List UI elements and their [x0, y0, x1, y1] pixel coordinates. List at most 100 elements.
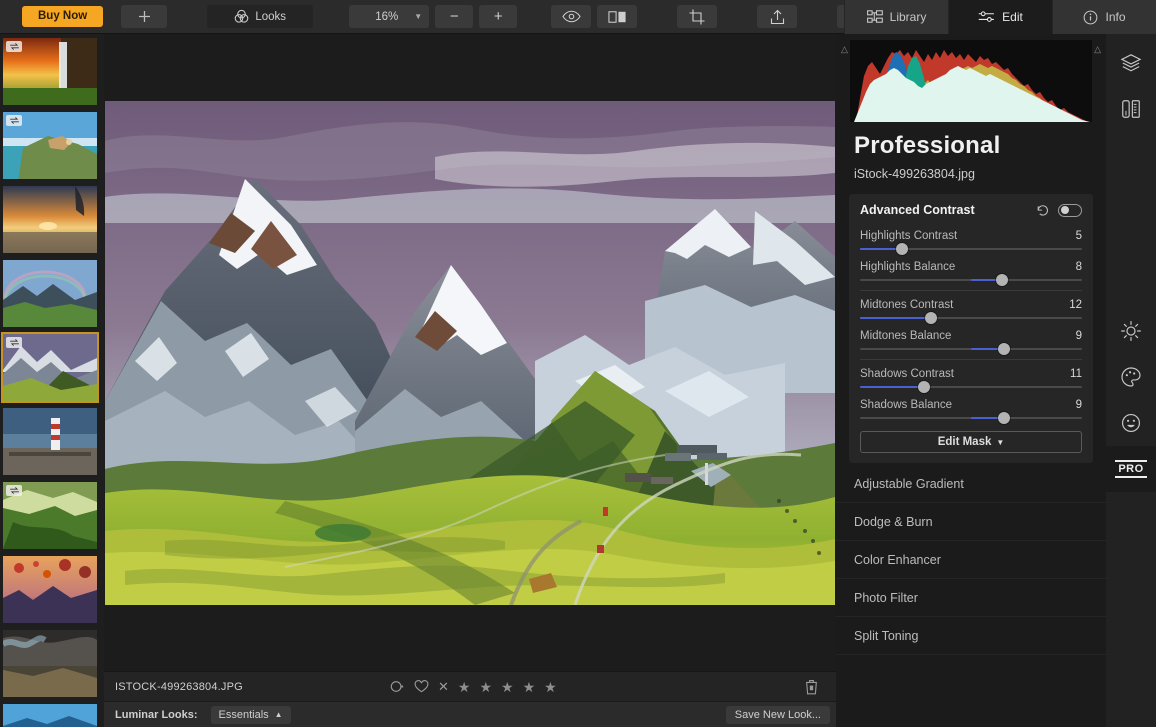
- before-after-button[interactable]: [597, 5, 638, 28]
- edited-photo: [105, 100, 835, 605]
- slider-highlights-contrast: Highlights Contrast 5: [860, 225, 1082, 255]
- layers-button[interactable]: [1106, 40, 1156, 86]
- filter-toggle-icon[interactable]: [1058, 203, 1082, 217]
- looks-button[interactable]: Looks: [207, 5, 314, 28]
- add-images-button[interactable]: [121, 5, 168, 28]
- rating-star-3[interactable]: ★: [501, 680, 514, 694]
- edited-badge-icon: [6, 41, 22, 52]
- portrait-smiley-button[interactable]: [1106, 400, 1156, 446]
- rating-star-1[interactable]: ★: [458, 680, 471, 694]
- thumbnail-item[interactable]: [1, 702, 99, 727]
- portrait-smiley-icon: [1121, 413, 1141, 433]
- lighthouse-pier-thumbnail: [3, 408, 97, 475]
- slider-label: Midtones Balance: [860, 330, 952, 342]
- reset-arrow-icon[interactable]: [1036, 204, 1049, 217]
- thumbnail-item[interactable]: [1, 258, 99, 329]
- slider-track[interactable]: [860, 343, 1082, 355]
- chevron-down-icon: ▼: [996, 437, 1005, 447]
- slider-label: Shadows Balance: [860, 399, 953, 411]
- slider-track[interactable]: [860, 274, 1082, 286]
- pro-filters-button[interactable]: PRO: [1106, 446, 1156, 492]
- delete-image-button[interactable]: [805, 679, 818, 695]
- color-palette-icon: [1121, 367, 1141, 387]
- thumbnail-item-selected[interactable]: [1, 332, 99, 403]
- slider-midtones-balance: Midtones Balance 9: [860, 325, 1082, 355]
- luminar-app-window: Buy Now Looks 16% ▼ − + Library Edit Inf…: [0, 0, 1156, 727]
- reject-x-icon[interactable]: ✕: [438, 679, 449, 695]
- slider-knob[interactable]: [918, 381, 931, 393]
- filter-item-photo-filter[interactable]: Photo Filter: [836, 579, 1106, 617]
- slider-value: 11: [1070, 368, 1082, 380]
- filter-header: Advanced Contrast: [860, 203, 1082, 217]
- brightness-button[interactable]: [1106, 308, 1156, 354]
- color-label-icon[interactable]: [390, 680, 405, 693]
- filter-item-color-enhancer[interactable]: Color Enhancer: [836, 541, 1106, 579]
- tab-library-label: Library: [889, 10, 927, 24]
- filter-title: Advanced Contrast: [860, 203, 975, 217]
- slider-label: Highlights Balance: [860, 261, 956, 273]
- slider-shadows-balance: Shadows Balance 9: [860, 394, 1082, 424]
- thumbnail-item[interactable]: [1, 480, 99, 551]
- thumbnail-item[interactable]: [1, 628, 99, 699]
- clipping-highlight-marker[interactable]: △: [1094, 44, 1101, 55]
- tab-info[interactable]: Info: [1052, 0, 1156, 34]
- rating-star-5[interactable]: ★: [544, 680, 557, 694]
- save-new-look-button[interactable]: Save New Look...: [725, 705, 830, 724]
- panel-file-name: iStock-499263804.jpg: [854, 167, 975, 181]
- slider-track[interactable]: [860, 381, 1082, 393]
- filter-item-dodge-and-burn[interactable]: Dodge & Burn: [836, 503, 1106, 541]
- thumbnail-item[interactable]: [1, 184, 99, 255]
- edit-panel: △ △ Professional iStock-499263804.jpg Ad…: [836, 34, 1106, 727]
- slider-track[interactable]: [860, 312, 1082, 324]
- tab-edit[interactable]: Edit: [948, 0, 1052, 34]
- slider-value: 9: [1075, 330, 1082, 342]
- favorite-heart-icon[interactable]: [414, 680, 429, 693]
- slider-track[interactable]: [860, 412, 1082, 424]
- thumbnail-item[interactable]: [1, 36, 99, 107]
- slider-highlights-balance: Highlights Balance 8: [860, 256, 1082, 286]
- rainbow-valley-thumbnail: [3, 260, 97, 327]
- zoom-level-value: 16%: [375, 10, 399, 23]
- buy-now-button[interactable]: Buy Now: [22, 5, 104, 28]
- library-icon: [866, 10, 883, 23]
- thumbnail-item[interactable]: [1, 110, 99, 181]
- slider-value: 5: [1075, 230, 1082, 242]
- color-palette-button[interactable]: [1106, 354, 1156, 400]
- filter-item-adjustable-gradient[interactable]: Adjustable Gradient: [836, 465, 1106, 503]
- tab-edit-label: Edit: [1002, 10, 1023, 24]
- tab-library[interactable]: Library: [844, 0, 948, 34]
- edited-badge-icon: [6, 337, 22, 348]
- crop-icon: [689, 9, 705, 24]
- rating-star-4[interactable]: ★: [523, 680, 536, 694]
- thumbnail-item[interactable]: [1, 554, 99, 625]
- zoom-in-button[interactable]: +: [479, 5, 518, 28]
- rating-star-2[interactable]: ★: [479, 680, 492, 694]
- edited-badge-icon: [6, 485, 22, 496]
- slider-value: 9: [1075, 399, 1082, 411]
- crop-tool-button[interactable]: [677, 5, 718, 28]
- slider-knob[interactable]: [998, 343, 1011, 355]
- compare-split-button[interactable]: [1106, 86, 1156, 132]
- slider-value: 12: [1069, 299, 1082, 311]
- slider-knob[interactable]: [998, 412, 1011, 424]
- slider-knob[interactable]: [896, 243, 909, 255]
- slider-value: 8: [1075, 261, 1082, 273]
- zoom-level-select[interactable]: 16% ▼: [349, 5, 430, 28]
- thumbnail-item[interactable]: [1, 406, 99, 477]
- filter-item-split-toning[interactable]: Split Toning: [836, 617, 1106, 655]
- slider-knob[interactable]: [925, 312, 938, 324]
- slider-label: Midtones Contrast: [860, 299, 954, 311]
- slider-track[interactable]: [860, 243, 1082, 255]
- clipping-shadow-marker[interactable]: △: [841, 44, 848, 55]
- slider-knob[interactable]: [996, 274, 1009, 286]
- edit-mask-button[interactable]: Edit Mask ▼: [860, 431, 1082, 453]
- looks-category-select[interactable]: Essentials ▲: [210, 705, 291, 724]
- zoom-out-button[interactable]: −: [435, 5, 474, 28]
- share-button[interactable]: [757, 5, 798, 28]
- filmstrip[interactable]: [0, 34, 104, 727]
- image-canvas[interactable]: [104, 34, 836, 671]
- preview-toggle-button[interactable]: [551, 5, 592, 28]
- edited-badge-icon: [6, 115, 22, 126]
- hot-air-balloons-thumbnail: [3, 556, 97, 623]
- right-icon-rail: PRO: [1106, 34, 1156, 727]
